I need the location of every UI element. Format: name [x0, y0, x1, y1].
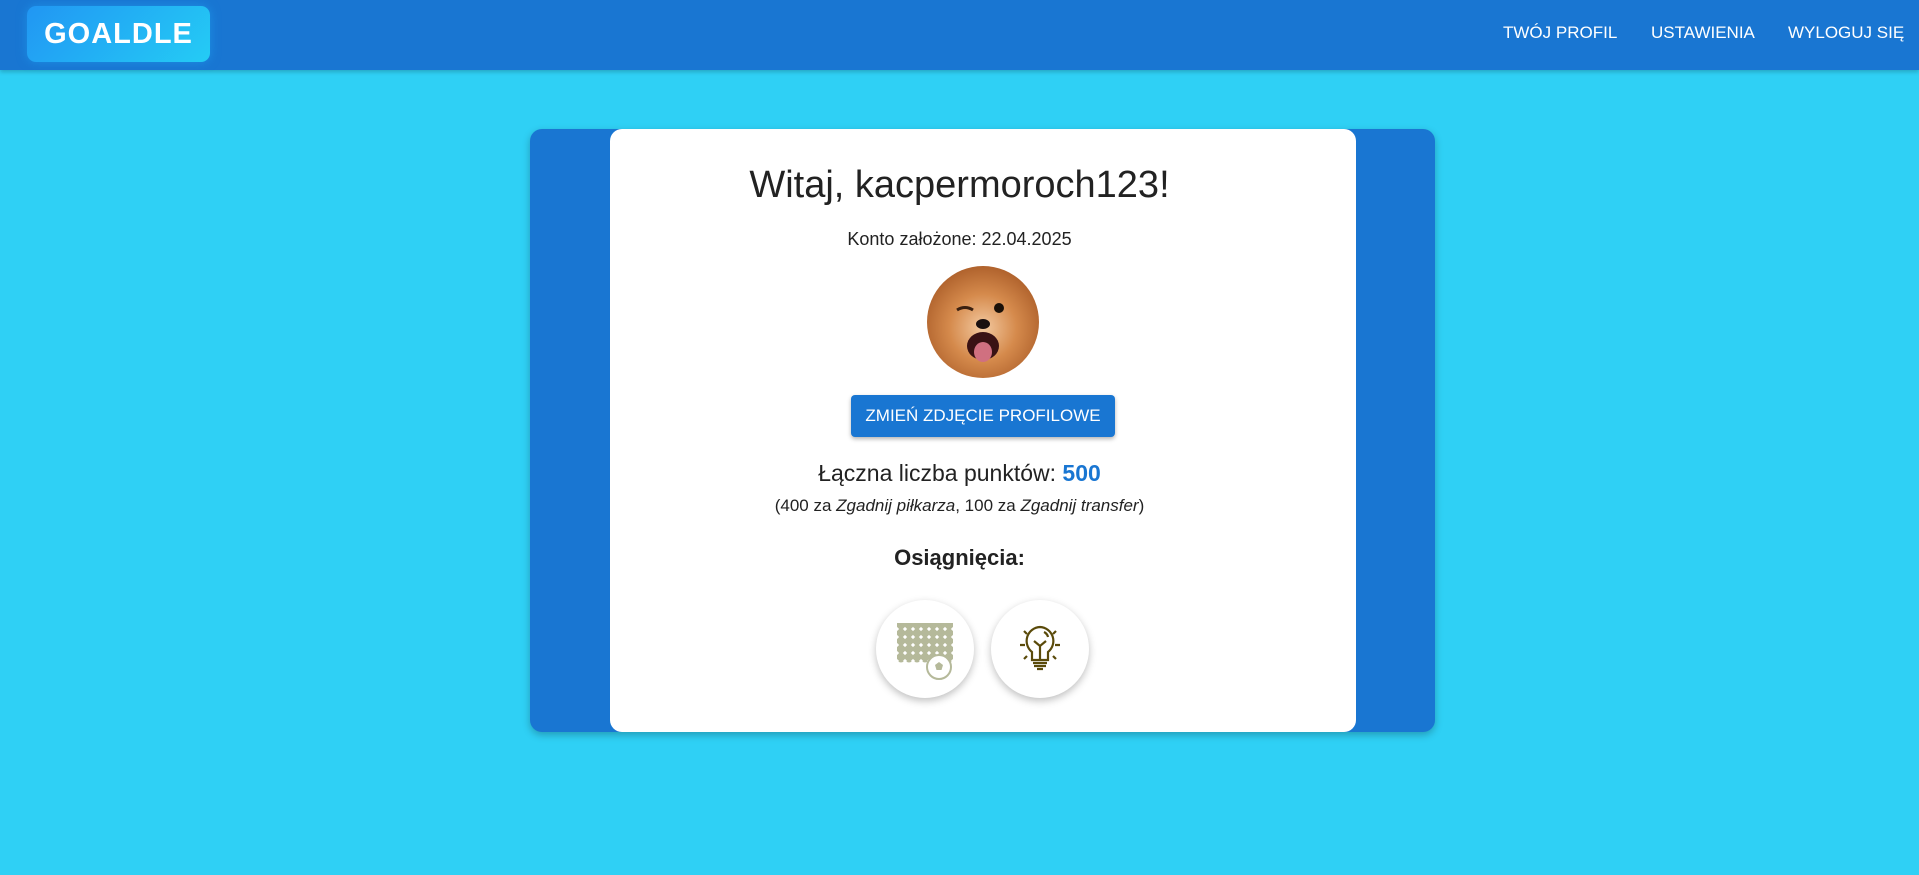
nav-settings[interactable]: USTAWIENIA — [1651, 23, 1755, 43]
points-breakdown: (400 za Zgadnij piłkarza, 100 za Zgadnij… — [0, 496, 1919, 516]
change-photo-button[interactable]: ZMIEŃ ZDJĘCIE PROFILOWE — [851, 395, 1115, 437]
avatar — [927, 266, 1039, 378]
page-title: Witaj, kacpermoroch123! — [749, 164, 1170, 206]
breakdown-text: , 100 za — [955, 496, 1021, 515]
lightbulb-icon — [1020, 625, 1060, 671]
achievements-title: Osiągnięcia: — [894, 545, 1025, 570]
achievement-badge[interactable] — [876, 600, 974, 698]
points-value: 500 — [1062, 460, 1101, 486]
breakdown-text: ) — [1138, 496, 1145, 515]
breakdown-text: (400 za — [774, 496, 837, 515]
achievement-badge[interactable] — [991, 600, 1089, 698]
account-created: Konto założone: 22.04.2025 — [847, 229, 1072, 249]
points-label: Łączna liczba punktów: — [818, 460, 1063, 486]
total-points: Łączna liczba punktów: 500 — [0, 460, 1919, 487]
logo[interactable]: GOALDLE — [27, 6, 210, 62]
nav-logout[interactable]: WYLOGUJ SIĘ — [1788, 23, 1904, 43]
game-name: Zgadnij piłkarza — [836, 496, 956, 515]
game-name: Zgadnij transfer — [1020, 496, 1139, 515]
nav-profile[interactable]: TWÓJ PROFIL — [1503, 23, 1617, 43]
goal-net-ball-icon — [897, 623, 953, 680]
navbar: GOALDLE TWÓJ PROFIL USTAWIENIA WYLOGUJ S… — [0, 0, 1919, 70]
dog-photo-icon — [927, 266, 1039, 378]
